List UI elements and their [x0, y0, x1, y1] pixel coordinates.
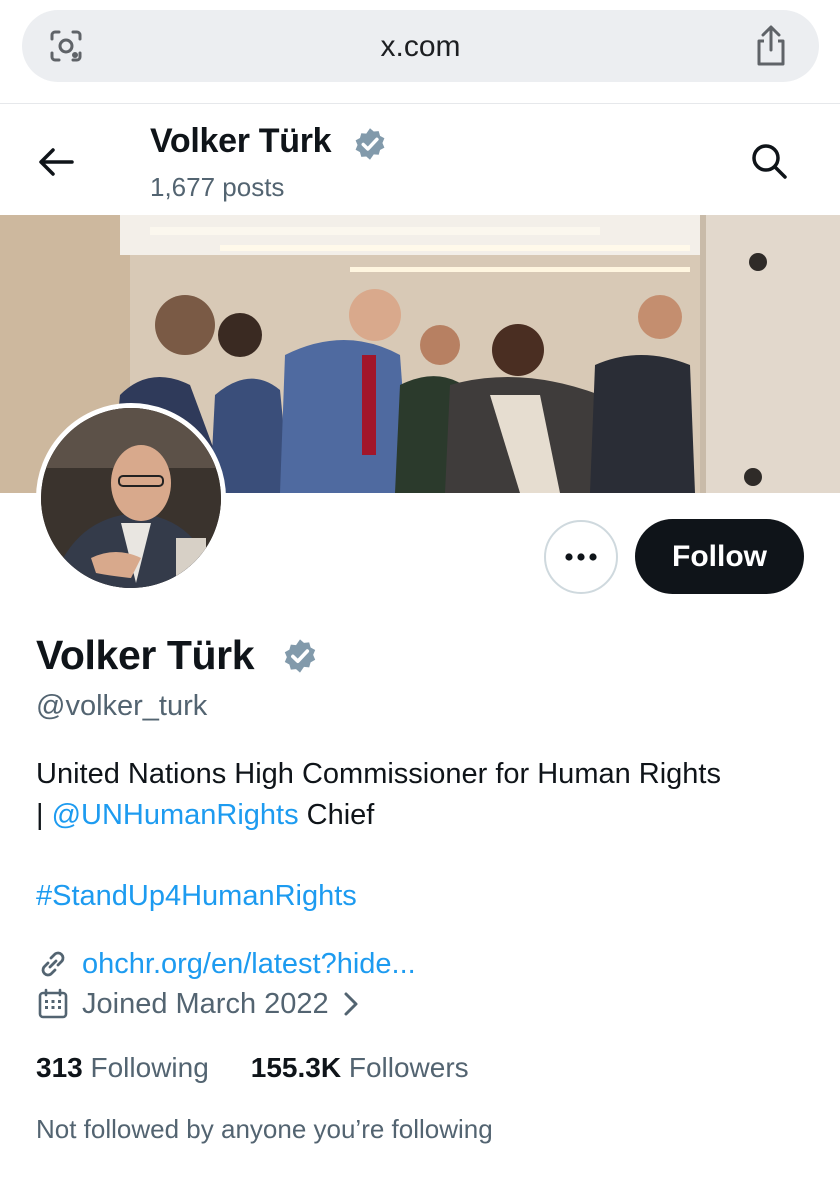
avatar-illustration: [41, 408, 221, 588]
joined-row[interactable]: Joined March 2022: [36, 984, 361, 1024]
bio-suffix: Chief: [298, 799, 375, 831]
followers-stat[interactable]: 155.3K Followers: [251, 1052, 469, 1084]
url-text[interactable]: x.com: [22, 30, 819, 64]
bio-text: United Nations High Commissioner for Hum…: [36, 758, 721, 790]
followers-count: 155.3K: [250, 1052, 342, 1083]
joined-date: Joined March 2022: [82, 987, 329, 1020]
browser-divider: [0, 103, 840, 104]
back-arrow-icon[interactable]: [36, 142, 76, 182]
chevron-right-icon[interactable]: [341, 991, 361, 1017]
follow-button[interactable]: Follow: [635, 519, 804, 594]
profile-bio: United Nations High Commissioner for Hum…: [36, 754, 816, 836]
follow-stats: 313 Following 155.3K Followers: [36, 1052, 511, 1084]
more-options-button[interactable]: [544, 520, 618, 594]
following-count: 313: [36, 1052, 83, 1083]
following-label: Following: [90, 1052, 209, 1083]
verified-badge-icon[interactable]: [281, 637, 319, 675]
profile-display-name: Volker Türk: [36, 632, 255, 678]
browser-address-bar[interactable]: x.com: [22, 10, 819, 82]
bio-hashtag-link[interactable]: #StandUp4HumanRights: [36, 880, 357, 913]
search-icon[interactable]: [748, 140, 790, 182]
link-icon: [41, 951, 65, 977]
profile-handle: @volker_turk: [36, 690, 208, 722]
post-count: 1,677 posts: [150, 172, 285, 202]
share-icon[interactable]: [751, 24, 791, 68]
profile-avatar[interactable]: [36, 403, 226, 593]
following-stat[interactable]: 313 Following: [36, 1052, 209, 1084]
bio-mention-link[interactable]: @UNHumanRights: [52, 799, 299, 831]
more-icon: [565, 553, 597, 561]
bio-separator: |: [36, 799, 52, 831]
website-link[interactable]: ohchr.org/en/latest?hide...: [82, 948, 416, 981]
website-row[interactable]: ohchr.org/en/latest?hide...: [36, 944, 416, 984]
social-context-text: Not followed by anyone you’re following: [36, 1114, 493, 1144]
followers-label: Followers: [348, 1052, 469, 1083]
header-display-name: Volker Türk: [150, 122, 332, 160]
verified-badge-icon: [355, 128, 385, 160]
calendar-icon: [38, 988, 68, 1019]
